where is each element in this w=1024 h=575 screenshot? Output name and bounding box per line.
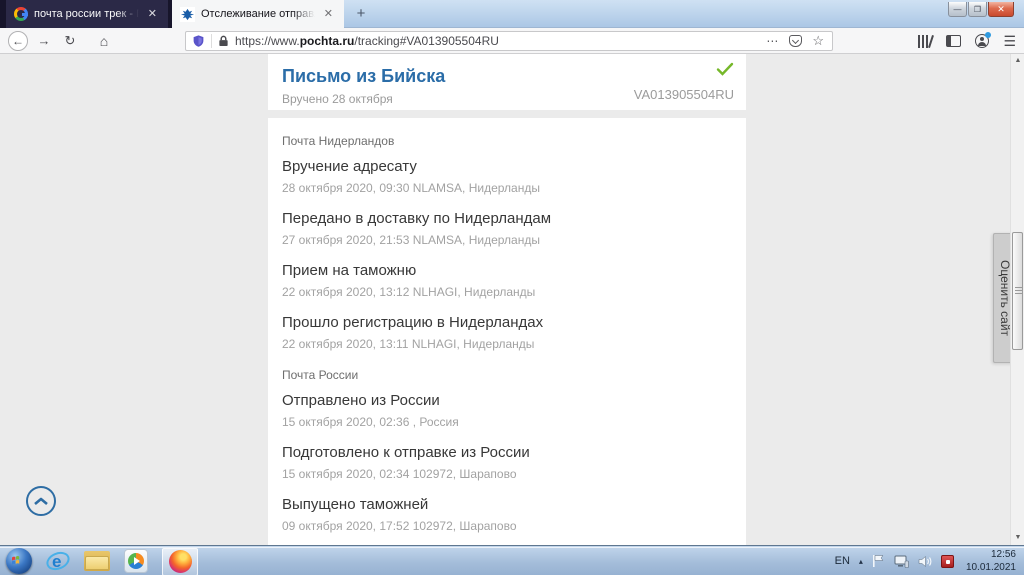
- shipment-header-right: VA013905504RU: [634, 62, 734, 102]
- delivered-check-icon: [716, 62, 734, 76]
- windows-explorer-icon[interactable]: [84, 551, 110, 571]
- events: Отправлено из России 15 октября 2020, 02…: [282, 382, 732, 547]
- hamburger-menu-icon[interactable]: ☰: [1003, 33, 1016, 50]
- taskbar-icons: e: [6, 546, 198, 575]
- event-details: 22 октября 2020, 13:11 NLHAGI, Нидерланд…: [282, 337, 732, 351]
- tracking-event: Передано в доставку по Нидерландам 27 ок…: [282, 200, 732, 252]
- tab-search-results[interactable]: почта россии трек - Поиск в ✕: [6, 0, 168, 28]
- toolbar-right-cluster: ☰: [918, 28, 1016, 54]
- network-icon[interactable]: [894, 555, 909, 568]
- scrollbar-grip: [1015, 287, 1022, 288]
- urlbar-separator: [211, 34, 212, 48]
- scrollbar-down-arrow[interactable]: ▼: [1011, 531, 1024, 545]
- carrier-label: Почта России: [282, 356, 732, 382]
- tracking-event: Отправлено из России 15 октября 2020, 02…: [282, 382, 732, 434]
- clock-time: 12:56: [966, 548, 1016, 561]
- forward-button[interactable]: →: [34, 33, 54, 48]
- browser-titlebar: почта россии трек - Поиск в ✕ Отслеживан…: [0, 0, 1024, 28]
- sidebar-icon[interactable]: [946, 35, 961, 47]
- tab-tracking-active[interactable]: Отслеживание отправлений — ✕: [172, 0, 344, 28]
- event-details: 27 октября 2020, 21:53 NLAMSA, Нидерланд…: [282, 233, 732, 247]
- https-lock-icon[interactable]: [218, 35, 229, 47]
- tracking-event: Подготовлено к отправке из России 15 окт…: [282, 434, 732, 486]
- pochta-favicon: [180, 7, 195, 22]
- event-details: 22 октября 2020, 13:12 NLHAGI, Нидерланд…: [282, 285, 732, 299]
- pocket-icon[interactable]: [789, 35, 802, 47]
- account-icon[interactable]: [975, 34, 989, 48]
- event-title: Прошло регистрацию в Нидерландах: [282, 314, 732, 331]
- chevron-up-icon: [33, 496, 49, 506]
- shipment-header: Письмо из Бийска Вручено 28 октября VA01…: [268, 54, 746, 110]
- carrier-section: Почта России Отправлено из России 15 окт…: [282, 356, 732, 547]
- clock-date: 10.01.2021: [966, 561, 1016, 574]
- tab-title: почта россии трек - Поиск в: [34, 8, 139, 20]
- scrollbar-thumb[interactable]: [1012, 232, 1023, 350]
- action-center-flag-icon[interactable]: [872, 554, 885, 568]
- close-button[interactable]: ✕: [988, 2, 1014, 17]
- firefox-icon: [169, 550, 192, 573]
- account-notification-dot: [985, 32, 991, 38]
- event-title: Подготовлено к отправке из России: [282, 444, 732, 461]
- url-text[interactable]: https://www.pochta.ru/tracking#VA0139055…: [235, 34, 766, 48]
- tab-title: Отслеживание отправлений —: [201, 8, 315, 20]
- tracking-event: Прошло регистрацию в Нидерландах 22 октя…: [282, 304, 732, 356]
- urlbar-actions: ⋯ ☆: [766, 33, 824, 49]
- browser-toolbar: ← → ↻ ⌂ https://www.pochta.ru/tracking#V…: [0, 28, 1024, 54]
- internet-explorer-icon[interactable]: e: [46, 549, 70, 573]
- tracking-event: Выпущено таможней 09 октября 2020, 17:52…: [282, 486, 732, 538]
- browser-scrollbar[interactable]: ▲ ▼: [1010, 54, 1024, 545]
- hidden-icons-arrow[interactable]: ▴: [859, 557, 863, 566]
- url-bar[interactable]: https://www.pochta.ru/tracking#VA0139055…: [185, 31, 833, 51]
- tracking-protection-shield-icon[interactable]: [192, 34, 205, 48]
- language-indicator[interactable]: EN: [835, 555, 850, 567]
- carrier-section: Почта Нидерландов Вручение адресату 28 о…: [282, 122, 732, 356]
- event-title: Прием на таможню: [282, 262, 732, 279]
- scroll-to-top-button[interactable]: [26, 486, 56, 516]
- window-controls: — ❐ ✕: [948, 2, 1014, 17]
- page-viewport: Письмо из Бийска Вручено 28 октября VA01…: [0, 54, 1024, 545]
- carrier-label: Почта Нидерландов: [282, 122, 732, 148]
- restore-button[interactable]: ❐: [968, 2, 987, 17]
- event-details: 15 октября 2020, 02:34 102972, Шарапово: [282, 467, 732, 481]
- tracking-list: Почта Нидерландов Вручение адресату 28 о…: [268, 118, 746, 547]
- tracking-event: Прием на таможню 22 октября 2020, 13:12 …: [282, 252, 732, 304]
- windows-taskbar: e EN ▴: [0, 545, 1024, 575]
- firefox-taskbar-button-active[interactable]: [162, 548, 198, 575]
- svg-text:e: e: [52, 552, 61, 571]
- event-details: 15 октября 2020, 02:36 , Россия: [282, 415, 732, 429]
- bookmark-star-icon[interactable]: ☆: [812, 33, 824, 49]
- system-tray: EN ▴ 12:56 10.01.2021: [835, 546, 1020, 575]
- library-icon[interactable]: [918, 35, 932, 48]
- start-button[interactable]: [6, 548, 32, 574]
- reload-button[interactable]: ↻: [60, 33, 80, 49]
- google-favicon: [14, 7, 28, 21]
- media-player-icon[interactable]: [124, 549, 148, 573]
- security-tray-icon[interactable]: [941, 555, 954, 568]
- tracking-event: Вручение адресату 28 октября 2020, 09:30…: [282, 148, 732, 200]
- tray-clock[interactable]: 12:56 10.01.2021: [966, 548, 1016, 574]
- tab-close-icon[interactable]: ✕: [321, 7, 336, 22]
- minimize-button[interactable]: —: [948, 2, 967, 17]
- volume-icon[interactable]: [918, 555, 932, 568]
- back-button[interactable]: ←: [8, 31, 28, 51]
- tracking-content-column: Письмо из Бийска Вручено 28 октября VA01…: [268, 54, 746, 545]
- event-title: Выпущено таможней: [282, 496, 732, 513]
- events: Вручение адресату 28 октября 2020, 09:30…: [282, 148, 732, 356]
- new-tab-button[interactable]: +: [350, 4, 372, 24]
- desktop: почта россии трек - Поиск в ✕ Отслеживан…: [0, 0, 1024, 575]
- event-title: Отправлено из России: [282, 392, 732, 409]
- page-actions-icon[interactable]: ⋯: [766, 34, 779, 48]
- tab-close-icon[interactable]: ✕: [145, 7, 160, 22]
- windows-flag-icon: [12, 555, 26, 567]
- event-details: 28 октября 2020, 09:30 NLAMSA, Нидерланд…: [282, 181, 732, 195]
- event-title: Передано в доставку по Нидерландам: [282, 210, 732, 227]
- tracking-number: VA013905504RU: [634, 87, 734, 102]
- event-title: Вручение адресату: [282, 158, 732, 175]
- home-button[interactable]: ⌂: [94, 33, 114, 49]
- scrollbar-up-arrow[interactable]: ▲: [1011, 54, 1024, 68]
- event-details: 09 октября 2020, 17:52 102972, Шарапово: [282, 519, 732, 533]
